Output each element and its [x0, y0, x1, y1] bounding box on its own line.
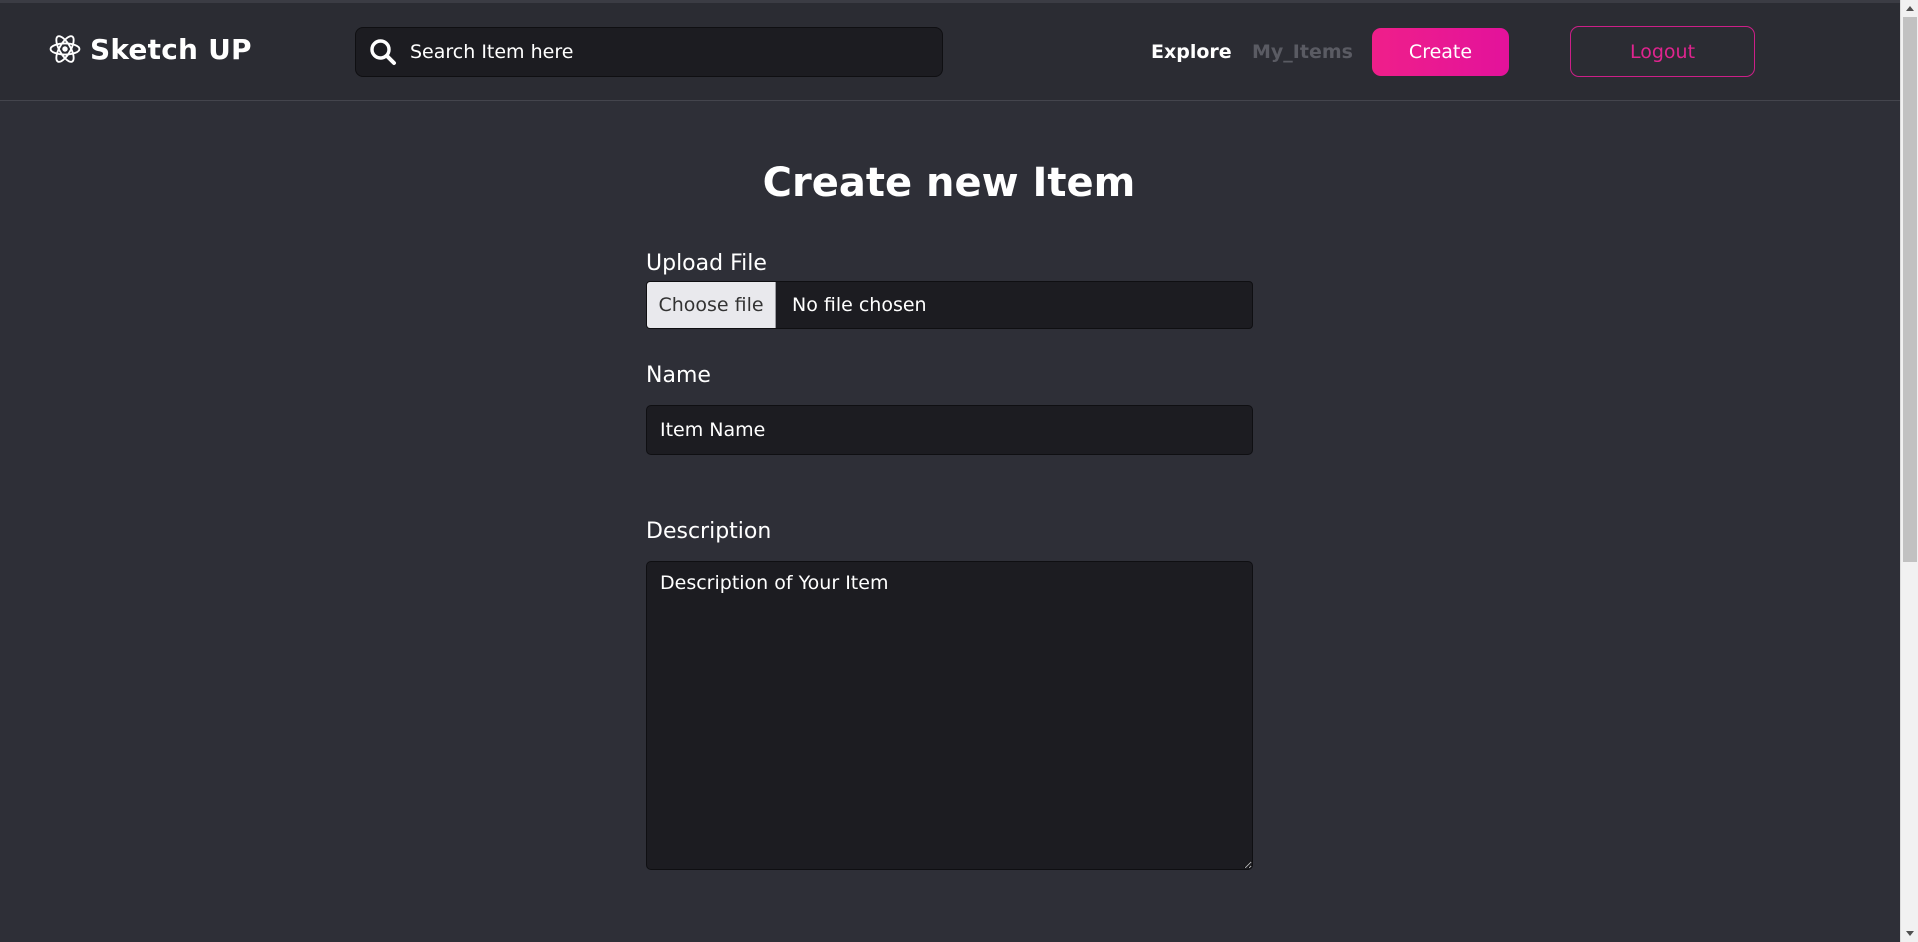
- item-name-input[interactable]: [646, 405, 1253, 455]
- scrollbar-thumb[interactable]: [1903, 17, 1917, 562]
- brand-name: Sketch UP: [90, 32, 252, 66]
- search-bar: [355, 27, 943, 77]
- upload-file-label: Upload File: [646, 251, 767, 276]
- description-textarea[interactable]: [646, 561, 1253, 870]
- description-label: Description: [646, 519, 772, 544]
- navbar: Sketch UP Explore My_Items Create Logout: [0, 3, 1900, 101]
- scroll-up-arrow-icon[interactable]: [1901, 0, 1918, 17]
- page-title: Create new Item: [762, 160, 1136, 206]
- page: Sketch UP Explore My_Items Create Logout…: [0, 0, 1918, 942]
- vertical-scrollbar[interactable]: [1900, 0, 1918, 942]
- name-label: Name: [646, 363, 711, 388]
- logout-button[interactable]: Logout: [1570, 26, 1755, 77]
- brand-logo[interactable]: Sketch UP: [48, 29, 252, 69]
- file-status-text: No file chosen: [792, 294, 927, 316]
- nav-my-items-link[interactable]: My_Items: [1252, 41, 1353, 63]
- scroll-down-arrow-icon[interactable]: [1901, 925, 1918, 942]
- file-upload-field[interactable]: Choose file No file chosen: [646, 281, 1253, 329]
- nav-explore-link[interactable]: Explore: [1151, 41, 1232, 63]
- react-atom-icon: [49, 35, 81, 63]
- search-icon: [370, 39, 396, 65]
- choose-file-button[interactable]: Choose file: [647, 282, 776, 328]
- search-input[interactable]: [398, 28, 942, 76]
- create-button[interactable]: Create: [1372, 28, 1509, 76]
